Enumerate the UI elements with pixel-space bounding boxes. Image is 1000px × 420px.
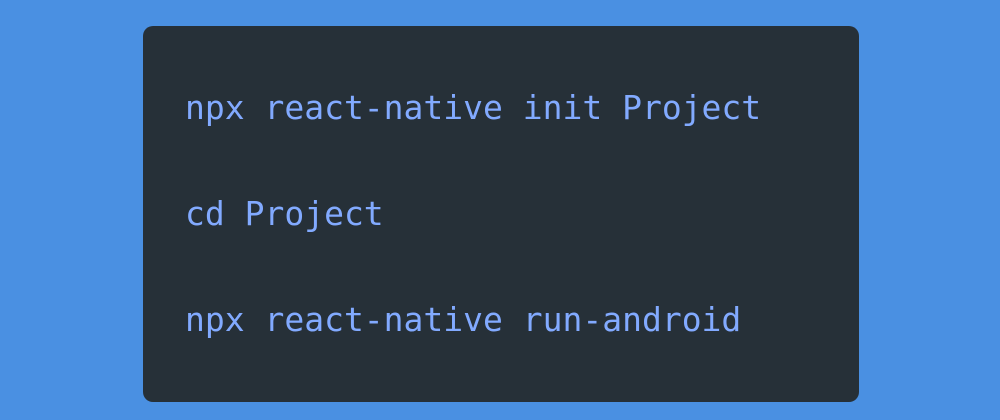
- code-line-cd: cd Project: [185, 194, 384, 233]
- code-line-run-android: npx react-native run-android: [185, 300, 742, 339]
- code-block: npx react-native init Project cd Project…: [143, 26, 859, 402]
- code-line-init: npx react-native init Project: [185, 88, 762, 127]
